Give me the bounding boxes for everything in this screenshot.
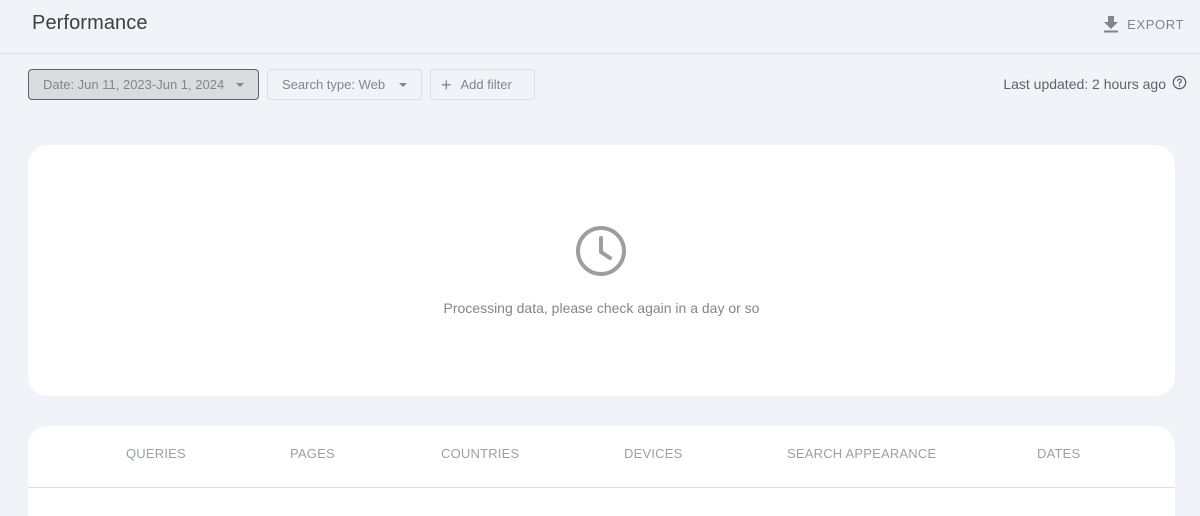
clock-icon xyxy=(575,225,627,282)
last-updated: Last updated: 2 hours ago xyxy=(1003,75,1187,93)
tabs-divider xyxy=(28,487,1175,488)
search-type-chip[interactable]: Search type: Web xyxy=(267,69,422,100)
dimension-tabs-card: QUERIES PAGES COUNTRIES DEVICES SEARCH A… xyxy=(28,426,1175,516)
date-filter-label: Date: Jun 11, 2023-Jun 1, 2024 xyxy=(43,77,225,92)
help-icon[interactable] xyxy=(1172,75,1187,93)
processing-card: Processing data, please check again in a… xyxy=(28,145,1175,396)
filter-bar: Date: Jun 11, 2023-Jun 1, 2024 Search ty… xyxy=(28,69,535,100)
tab-dates[interactable]: DATES xyxy=(1037,446,1080,461)
add-filter-label: Add filter xyxy=(460,77,512,92)
last-updated-text: Last updated: 2 hours ago xyxy=(1003,76,1166,92)
search-type-label: Search type: Web xyxy=(282,77,386,92)
tab-devices[interactable]: DEVICES xyxy=(624,446,682,461)
date-filter-chip[interactable]: Date: Jun 11, 2023-Jun 1, 2024 xyxy=(28,69,259,100)
processing-message: Processing data, please check again in a… xyxy=(443,300,760,316)
export-label: EXPORT xyxy=(1127,16,1184,32)
tab-countries[interactable]: COUNTRIES xyxy=(441,446,519,461)
export-button[interactable]: EXPORT xyxy=(1103,12,1184,36)
chevron-down-icon xyxy=(399,82,407,87)
page-title: Performance xyxy=(32,12,148,34)
tab-search-appearance[interactable]: SEARCH APPEARANCE xyxy=(787,446,936,461)
tab-queries[interactable]: QUERIES xyxy=(126,446,186,461)
plus-icon: + xyxy=(441,74,452,95)
chevron-down-icon xyxy=(236,82,244,87)
add-filter-button[interactable]: + Add filter xyxy=(430,69,535,100)
download-icon xyxy=(1103,15,1119,33)
dimension-tabs: QUERIES PAGES COUNTRIES DEVICES SEARCH A… xyxy=(28,446,1175,466)
tab-pages[interactable]: PAGES xyxy=(290,446,335,461)
page-header: Performance EXPORT xyxy=(0,0,1200,54)
